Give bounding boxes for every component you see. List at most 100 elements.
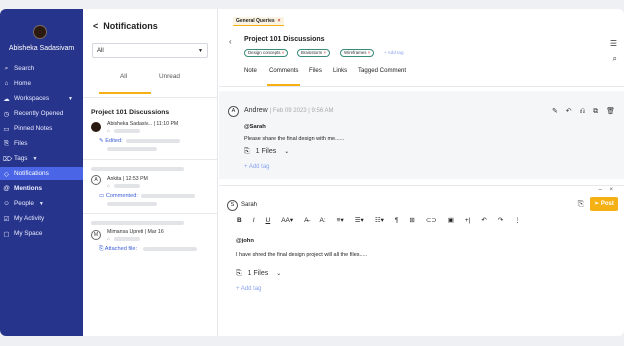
format-toolbar: B I U AA▾ A̶ A: ≡▾ ☰▾ ☷▾ ¶ ⊞ ⊂⊃ ▣ +| ↶ ↷ ⋮: [237, 215, 532, 225]
sidebar-item-label: Workspaces: [14, 95, 50, 102]
placeholder-line: [143, 247, 197, 251]
sidebar-item-label: Notifications: [14, 170, 49, 177]
avatar: A: [91, 175, 101, 185]
tab-links[interactable]: Links: [333, 67, 347, 74]
undo-icon[interactable]: ↶: [481, 216, 486, 224]
image-icon[interactable]: ▣: [448, 216, 454, 224]
sidebar-item-label: Files: [14, 140, 28, 147]
placeholder-line: [114, 237, 140, 241]
sidebar-item-my-activity[interactable]: ☑ My Activity: [0, 212, 83, 225]
window-controls[interactable]: – ×: [598, 187, 616, 193]
files-dropdown[interactable]: ⎘ 1 Files ⌄: [236, 270, 281, 278]
sidebar-item-workspaces[interactable]: ☁ Workspaces ▼: [0, 92, 83, 105]
bold-icon[interactable]: B: [237, 217, 242, 224]
sidebar-item-label: Mentions: [14, 185, 43, 192]
card-action-label: Edited:: [105, 138, 123, 144]
table-icon[interactable]: ⊞: [409, 216, 414, 224]
back-icon[interactable]: <: [93, 21, 98, 31]
composer-mention[interactable]: @john: [236, 238, 254, 244]
italic-icon[interactable]: I: [253, 217, 255, 224]
activity-icon: ☑: [3, 215, 10, 223]
placeholder-line: [126, 139, 180, 143]
filter-value: All: [97, 48, 104, 54]
link-icon[interactable]: ⊂⊃: [426, 216, 437, 224]
attach-icon[interactable]: ⎘: [578, 199, 584, 209]
sidebar-item-people[interactable]: ☺ People ▼: [0, 197, 83, 210]
card-action-label: Commented:: [105, 193, 138, 199]
tab-tagged-comment[interactable]: Tagged Comment: [358, 67, 406, 74]
composer-body[interactable]: I have shred the final design project wi…: [236, 252, 367, 258]
clip-icon: ⎘: [236, 270, 242, 277]
card-action-label: Attached file:: [104, 246, 138, 252]
align-icon[interactable]: ≡▾: [337, 216, 344, 224]
comment-icon: ▭: [99, 193, 105, 199]
tab-comments[interactable]: Comments: [269, 67, 298, 74]
search-icon: ⌕: [4, 64, 9, 72]
numbered-list-icon[interactable]: ☷▾: [375, 216, 384, 224]
sidebar-item-notifications[interactable]: ◇ Notifications: [0, 167, 83, 180]
clip-icon: ⎘: [244, 148, 250, 155]
comment-actions[interactable]: ✎ ↶ ⎌ ⧉ 🗑: [552, 107, 618, 116]
notifications-panel: < Notifications All ▼ All Unread Project…: [83, 9, 218, 336]
sidebar-item-mentions[interactable]: @ Mentions: [0, 182, 83, 195]
sidebar-item-label: Tags: [14, 155, 28, 162]
add-tag-link[interactable]: + Add tag: [236, 286, 262, 292]
channel-chip[interactable]: General Queries ×: [233, 17, 284, 26]
note-icon: ▭: [3, 125, 10, 133]
sidebar-item-label: Search: [14, 65, 35, 72]
paragraph-icon[interactable]: ¶: [395, 217, 399, 224]
card-title: Project 101 Discussions: [91, 109, 170, 116]
workspaces-icon: ☁: [3, 95, 10, 103]
redo-icon[interactable]: ↷: [498, 216, 503, 224]
text-style-icon[interactable]: A:: [320, 217, 326, 224]
files-dropdown[interactable]: ⎘ 1 Files ⌄: [244, 148, 289, 156]
sidebar-item-home[interactable]: ⌂ Home: [0, 77, 83, 90]
divider-icon[interactable]: +|: [465, 217, 470, 224]
close-icon[interactable]: ×: [368, 50, 371, 55]
post-button[interactable]: ➢ Post: [590, 197, 618, 211]
tab-note[interactable]: Note: [244, 67, 257, 74]
underline-icon[interactable]: U: [266, 217, 271, 224]
tag-chip[interactable]: Brainstorm ×: [297, 49, 331, 57]
divider: [83, 213, 218, 214]
avatar[interactable]: [33, 25, 47, 39]
tab-unread[interactable]: Unread: [159, 73, 180, 80]
filter-select[interactable]: All ▼: [92, 43, 208, 58]
chevron-down-icon[interactable]: ▼: [39, 201, 44, 207]
sidebar-item-search[interactable]: ⌕ Search: [0, 62, 83, 75]
chevron-down-icon[interactable]: ▼: [33, 156, 38, 162]
tag-chip-label: Wireframes: [344, 50, 367, 55]
more-icon[interactable]: ⋮: [514, 216, 521, 224]
tag-icon: ⌦: [3, 155, 13, 163]
chevron-down-icon[interactable]: ▼: [68, 96, 73, 102]
close-icon[interactable]: ×: [323, 50, 326, 55]
card-meta: Ankita | 12:53 PM: [107, 176, 148, 182]
search-icon[interactable]: ⌕: [613, 54, 617, 64]
menu-icon[interactable]: ☰: [610, 39, 617, 48]
back-icon[interactable]: ‹: [229, 37, 232, 46]
sidebar-item-label: People: [14, 200, 34, 207]
close-icon[interactable]: ×: [282, 50, 285, 55]
placeholder-line: [91, 167, 184, 171]
sidebar-item-files[interactable]: ⎘ Files: [0, 137, 83, 150]
card-meta: Mimansa Upreti | Mar 16: [107, 229, 164, 235]
comment-composer: – × S Sarah ⎘ ➢ Post B I U AA▾ A̶ A: ≡▾ ☰▾ ☷▾ ¶ ⊞ ⊂…: [219, 187, 624, 336]
add-tag-link[interactable]: + Add tag: [244, 164, 270, 170]
sidebar-item-recently-opened[interactable]: ◷ Recently Opened: [0, 107, 83, 120]
bullet-list-icon[interactable]: ☰▾: [355, 216, 364, 224]
tab-all[interactable]: All: [120, 73, 127, 80]
comment-card: A Andrew | Feb 09 2023 | 9:56 AM ✎ ↶ ⎌ ⧉…: [219, 91, 624, 179]
sidebar-item-tags[interactable]: ⌦ Tags ▼: [0, 152, 83, 165]
sidebar-item-label: Home: [14, 80, 32, 87]
tag-chip[interactable]: Design concepts ×: [244, 49, 289, 57]
at-icon: @: [3, 185, 10, 192]
text-color-icon[interactable]: A̶: [304, 217, 308, 224]
tag-chip[interactable]: Wireframes ×: [340, 49, 375, 57]
tab-files[interactable]: Files: [309, 67, 322, 74]
sidebar-item-my-space[interactable]: ▢ My Space: [0, 227, 83, 240]
font-size-icon[interactable]: AA▾: [281, 216, 293, 224]
active-tab-indicator: [99, 92, 151, 94]
sidebar-item-pinned-notes[interactable]: ▭ Pinned Notes: [0, 122, 83, 135]
close-icon[interactable]: ×: [278, 18, 281, 24]
add-tag-link[interactable]: + Add tag: [384, 50, 404, 55]
